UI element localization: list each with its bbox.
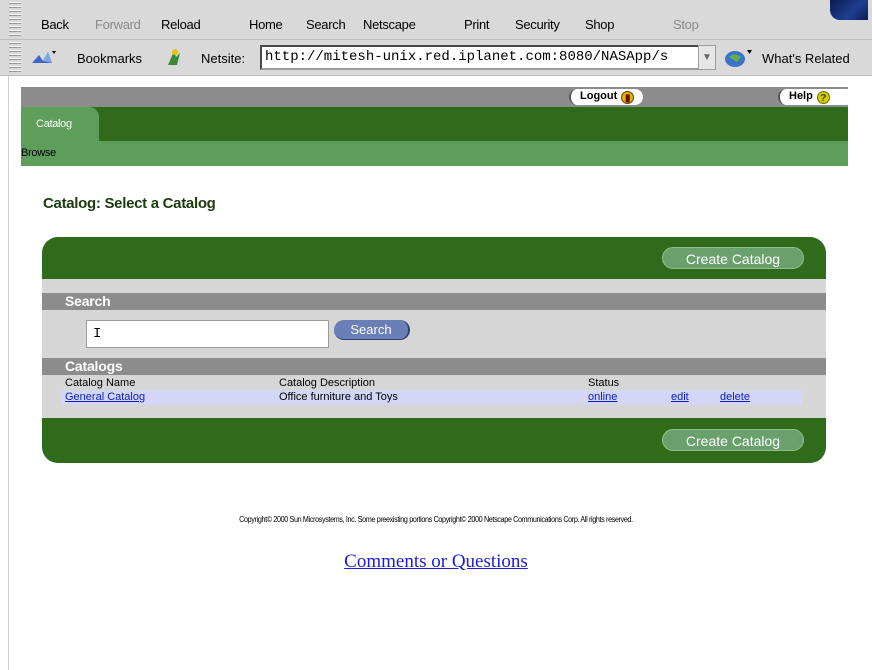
subnav-bar: Browse [21, 141, 848, 166]
help-label: Help [789, 90, 813, 102]
reload-button[interactable]: Reload [161, 17, 201, 32]
whats-related-icon[interactable] [723, 48, 753, 68]
toolbar-grip[interactable] [9, 2, 21, 38]
catalogs-section-label: Catalogs [65, 358, 123, 374]
header-bar: Logout ▮ Help? [21, 87, 854, 107]
netscape-button[interactable]: Netscape [363, 17, 416, 32]
tab-bar: Catalog [21, 107, 848, 141]
catalog-description: Office furniture and Toys [279, 391, 398, 403]
browser-window: Back Forward Reload Home Search Netscape… [0, 0, 872, 670]
column-header-description: Catalog Description [279, 377, 375, 389]
catalogs-section-header: Catalogs [42, 358, 826, 375]
table-row: General Catalog Office furniture and Toy… [62, 390, 802, 405]
tab-catalog[interactable]: Catalog [21, 107, 99, 141]
url-input[interactable]: http://mitesh-unix.red.iplanet.com:8080/… [260, 45, 700, 70]
security-button[interactable]: Security [515, 17, 560, 32]
create-catalog-button[interactable]: Create Catalog [662, 429, 804, 451]
logout-icon: ▮ [621, 91, 635, 104]
delete-catalog-link[interactable]: delete [720, 391, 750, 403]
edit-catalog-link[interactable]: edit [671, 391, 689, 403]
netsite-label: Netsite: [201, 51, 246, 66]
search-input[interactable]: I [86, 320, 329, 348]
subnav-browse-link[interactable]: Browse [21, 147, 56, 159]
stop-button[interactable]: Stop [673, 17, 699, 32]
location-toolbar: Bookmarks Netsite: http://mitesh-unix.re… [0, 40, 872, 76]
netsite-icon[interactable] [165, 47, 183, 67]
page-title: Catalog: Select a Catalog [43, 195, 216, 212]
shop-button[interactable]: Shop [585, 17, 614, 32]
home-button[interactable]: Home [249, 17, 283, 32]
bookmarks-icon[interactable] [30, 49, 56, 67]
url-dropdown-icon[interactable]: ▼ [698, 45, 716, 70]
whats-related-label[interactable]: What's Related [762, 51, 850, 66]
toolbar-grip[interactable] [9, 42, 21, 74]
bookmarks-label[interactable]: Bookmarks [77, 51, 142, 66]
panel-footer: Create Catalog [42, 418, 826, 463]
help-button[interactable]: Help? [778, 89, 854, 105]
netscape-logo-icon[interactable] [830, 0, 868, 20]
column-header-status: Status [588, 377, 620, 389]
search-submit-button[interactable]: Search [334, 320, 410, 340]
create-catalog-button[interactable]: Create Catalog [662, 247, 804, 269]
window-left-edge [0, 76, 9, 670]
copyright-notice: Copyright© 2000 Sun Microsystems, Inc. S… [239, 515, 633, 524]
forward-button[interactable]: Forward [95, 17, 141, 32]
column-header-name: Catalog Name [65, 377, 136, 389]
print-button[interactable]: Print [464, 17, 490, 32]
search-button[interactable]: Search [306, 17, 346, 32]
catalog-panel: Create Catalog Search I Search Catalogs … [42, 237, 826, 463]
catalog-status-link[interactable]: online [588, 391, 617, 403]
catalog-name-link[interactable]: General Catalog [65, 391, 145, 403]
comments-link[interactable]: Comments or Questions [0, 551, 872, 573]
back-button[interactable]: Back [41, 17, 69, 32]
logout-button[interactable]: Logout ▮ [569, 89, 643, 105]
panel-header: Create Catalog [42, 237, 826, 279]
search-section-label: Search [65, 293, 111, 309]
navigation-toolbar: Back Forward Reload Home Search Netscape… [0, 0, 872, 40]
logout-label: Logout [580, 90, 618, 102]
search-section-header: Search [42, 293, 826, 310]
help-icon: ? [816, 91, 830, 104]
